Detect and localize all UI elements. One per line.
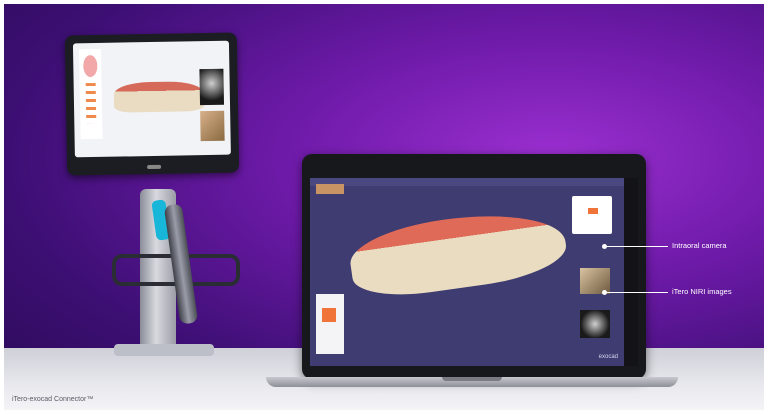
exocad-info-card-accent	[588, 208, 598, 214]
exocad-left-panel-accent	[322, 308, 336, 322]
niri-image-thumbnail	[580, 310, 610, 338]
exocad-logo-block	[316, 184, 344, 194]
itero-niri-thumbnail	[199, 68, 225, 106]
itero-tablet-screen	[72, 40, 231, 158]
itero-teeth-model	[113, 81, 205, 113]
itero-stand-base	[114, 344, 214, 356]
exocad-left-panel	[316, 294, 344, 354]
laptop-base-notch	[442, 377, 502, 381]
itero-step-indicators	[85, 82, 97, 124]
callout-itero-niri-images: iTero NIRI images	[672, 287, 732, 296]
itero-tablet	[64, 32, 240, 176]
callout-line-camera	[606, 246, 668, 247]
exocad-right-toolbar	[624, 178, 638, 366]
exocad-screen: exocad	[310, 178, 638, 366]
itero-camera-thumbnail	[200, 110, 225, 142]
callout-intraoral-camera: Intraoral camera	[672, 241, 727, 250]
exocad-brand: exocad	[598, 354, 618, 360]
exocad-topbar	[310, 178, 638, 186]
product-image-frame: exocad Intraoral camera iTero NIRI image…	[0, 0, 768, 414]
itero-arch-icon	[83, 54, 98, 78]
callout-line-niri	[606, 292, 668, 293]
exocad-info-card	[572, 196, 612, 234]
product-caption: iTero-exocad Connector™	[12, 396, 94, 403]
product-scene: exocad Intraoral camera iTero NIRI image…	[4, 4, 764, 410]
exocad-teeth-model	[346, 203, 570, 303]
itero-logo	[147, 164, 162, 170]
laptop: exocad	[302, 154, 646, 379]
